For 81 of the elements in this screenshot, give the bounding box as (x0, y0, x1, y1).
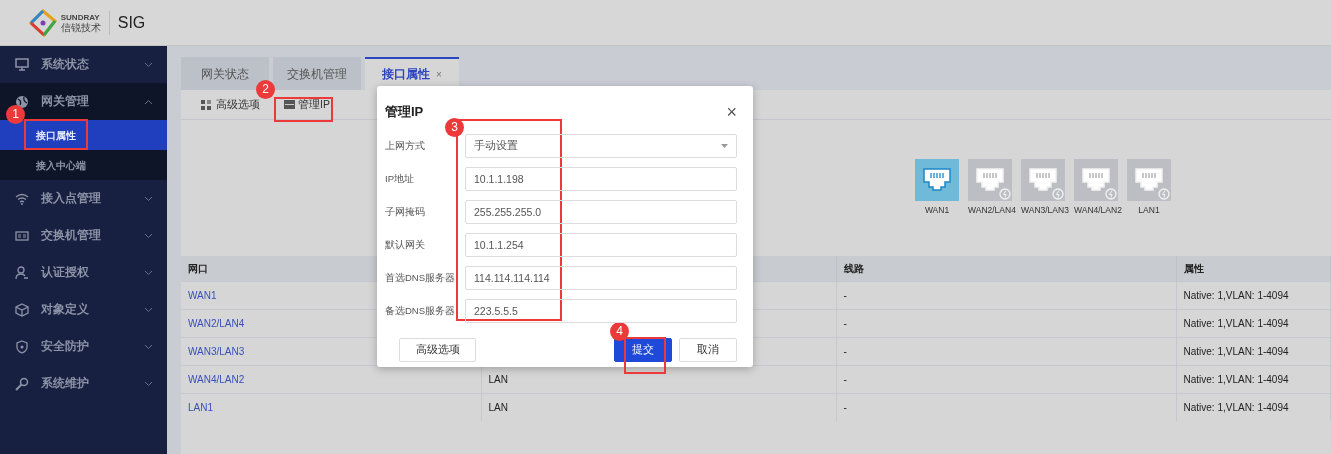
switch-icon (15, 228, 29, 243)
column-header: 属性 (1183, 262, 1204, 274)
logo-icon (28, 8, 58, 37)
dialog-button[interactable]: 取消 (679, 337, 737, 362)
port-link[interactable]: LAN1 (188, 401, 213, 413)
sidebar-item[interactable]: 接入点管理 (0, 180, 167, 217)
chevron-icon (144, 195, 153, 202)
input-field[interactable]: 255.255.255.0 (465, 200, 737, 224)
table-cell: Native: 1,VLAN: 1-4094 (1183, 345, 1289, 357)
input-field[interactable]: 10.1.1.198 (465, 167, 737, 191)
port-label: WAN1 (923, 204, 951, 217)
port-label: LAN1 (1137, 204, 1161, 217)
table-cell: Native: 1,VLAN: 1-4094 (1183, 289, 1289, 301)
chevron-icon (144, 61, 153, 68)
port-button[interactable] (1074, 159, 1118, 202)
sidebar-item[interactable]: 交换机管理 (0, 217, 167, 254)
highlight-frame (274, 97, 333, 122)
cube-icon (15, 302, 29, 317)
chevron-icon (144, 269, 153, 276)
field-label: 默认网关 (385, 237, 426, 252)
highlight-frame (24, 119, 88, 150)
port-button[interactable] (1127, 159, 1171, 202)
close-button[interactable]: × (726, 102, 737, 121)
toolbar-button[interactable]: 管理IP (284, 96, 330, 113)
brand-name: 信锐技术 (60, 21, 101, 33)
input-field[interactable]: 223.5.5.5 (465, 299, 737, 323)
product-name: SIG (108, 10, 146, 35)
shield-icon (15, 339, 29, 354)
sidebar-item[interactable]: 对象定义 (0, 291, 167, 328)
grid-icon (201, 99, 211, 110)
port-link[interactable]: WAN3/LAN3 (188, 345, 245, 357)
toolbar-button[interactable]: 高级选项 (201, 96, 260, 113)
port-link[interactable]: WAN1 (188, 289, 217, 301)
dialog-title: 管理IP (385, 103, 424, 121)
field-label: 备选DNS服务器 (385, 303, 457, 318)
port-button[interactable] (968, 159, 1012, 202)
table-cell: Native: 1,VLAN: 1-4094 (1183, 373, 1289, 385)
sidebar-subitem[interactable]: 接口属性 (0, 120, 167, 150)
chevron-icon (144, 380, 153, 387)
input-field[interactable]: 10.1.1.254 (465, 233, 737, 257)
table-cell: - (843, 401, 847, 413)
chevron-icon (144, 343, 153, 350)
table-cell: - (843, 289, 847, 301)
column-header: 线路 (843, 262, 864, 274)
highlight-frame (624, 337, 666, 374)
sidebar-item[interactable]: 系统维护 (0, 365, 167, 402)
chevron-icon (144, 232, 153, 239)
port-link[interactable]: WAN4/LAN2 (188, 373, 245, 385)
sidebar-item[interactable]: 认证授权 (0, 254, 167, 291)
sidebar-item[interactable]: 系统状态 (0, 46, 167, 83)
tab[interactable]: 接口属性 × (365, 57, 459, 90)
chevron-icon (144, 98, 153, 105)
sidebar-subitem[interactable]: 接入中心端 (0, 150, 167, 180)
field-label: 首选DNS服务器 (385, 270, 457, 285)
table-cell: - (843, 373, 847, 385)
input-field[interactable]: 114.114.114.114 (465, 266, 737, 290)
dialog-button[interactable]: 高级选项 (399, 337, 476, 362)
port-link[interactable]: WAN2/LAN4 (188, 317, 245, 329)
select-field[interactable]: 手动设置 (465, 134, 737, 158)
tab[interactable]: 交换机管理 (273, 57, 361, 90)
monitor-icon (15, 57, 29, 72)
table-cell: LAN (488, 401, 508, 413)
brand-name: SUNDRAY (60, 12, 101, 22)
port-button[interactable] (915, 159, 959, 202)
user-icon (15, 265, 29, 280)
table-cell: LAN (488, 373, 508, 385)
field-label: 上网方式 (385, 138, 426, 153)
wifi-icon (15, 191, 29, 206)
column-header: 网口 (188, 262, 208, 274)
table-cell: Native: 1,VLAN: 1-4094 (1183, 401, 1289, 413)
field-label: IP地址 (385, 171, 415, 186)
globe-icon (15, 94, 29, 109)
table-cell: Native: 1,VLAN: 1-4094 (1183, 317, 1289, 329)
port-button[interactable] (1021, 159, 1065, 202)
sidebar-item[interactable]: 安全防护 (0, 328, 167, 365)
server-icon (284, 100, 295, 109)
chevron-icon (144, 306, 153, 313)
field-label: 子网掩码 (385, 204, 426, 219)
table-cell: - (843, 345, 847, 357)
caret-icon (721, 144, 728, 148)
table-cell: - (843, 317, 847, 329)
